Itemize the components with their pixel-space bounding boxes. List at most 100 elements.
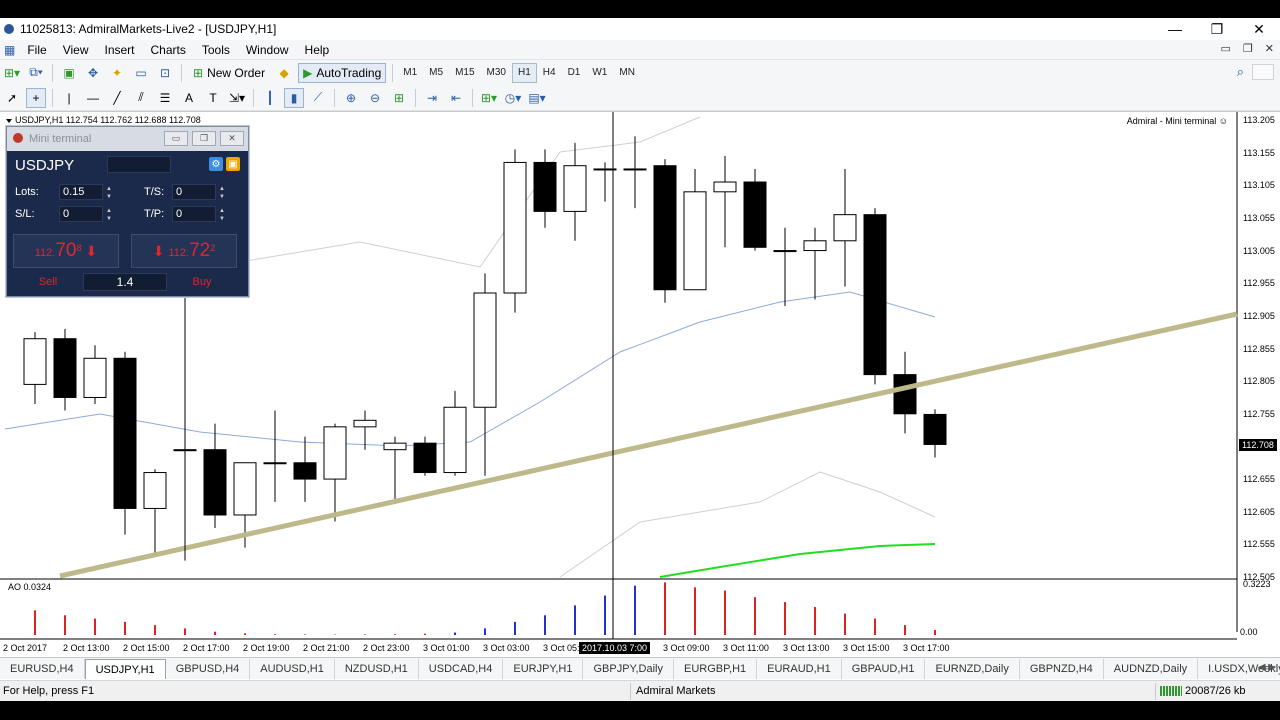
mdi-minimize-icon[interactable]: ▭	[1221, 42, 1231, 55]
mdi-restore-icon[interactable]: ❐	[1243, 42, 1253, 55]
tab-eurnzd-daily[interactable]: EURNZD,Daily	[925, 659, 1020, 679]
spread-value: 1.4	[83, 273, 167, 291]
lots-spinner-icon[interactable]: ▲ ▼	[106, 185, 112, 201]
tab-euraud-h1[interactable]: EURAUD,H1	[757, 659, 842, 679]
arrows-icon[interactable]: ⇲▾	[227, 88, 247, 108]
traffic-value: 20087/26 kb	[1185, 685, 1246, 697]
timeframe-m15[interactable]: M15	[449, 63, 480, 83]
status-help: For Help, press F1	[3, 685, 95, 697]
autoscroll-icon[interactable]: ⇥	[422, 88, 442, 108]
symbol-selector[interactable]	[107, 156, 171, 173]
toolbar-separator	[181, 63, 182, 82]
tab-gbpnzd-h4[interactable]: GBPNZD,H4	[1020, 659, 1104, 679]
price-tick-label: 112.655	[1243, 474, 1275, 485]
minimize-button[interactable]: —	[1154, 18, 1196, 40]
timeframe-m1[interactable]: M1	[397, 63, 423, 83]
search-icon[interactable]: ⌕	[1237, 64, 1244, 80]
text-label-icon[interactable]: T	[203, 88, 223, 108]
line-chart-icon[interactable]: ⟋	[308, 88, 328, 108]
zoom-in-icon[interactable]: ⊕	[341, 88, 361, 108]
profiles-icon[interactable]: ⧉▾	[26, 63, 46, 83]
fibonacci-icon[interactable]: ☰	[155, 88, 175, 108]
menu-help[interactable]: Help	[297, 40, 338, 60]
autotrading-button[interactable]: ▶ AutoTrading	[298, 62, 387, 83]
zoom-out-icon[interactable]: ⊖	[365, 88, 385, 108]
chart-shift-icon[interactable]: ⇤	[446, 88, 466, 108]
market-watch-icon[interactable]: ▣	[59, 63, 79, 83]
timeframe-m5[interactable]: M5	[423, 63, 449, 83]
tab-gbpjpy-daily[interactable]: GBPJPY,Daily	[583, 659, 674, 679]
tab-nzdusd-h1[interactable]: NZDUSD,H1	[335, 659, 419, 679]
vertical-line-icon[interactable]: |	[59, 88, 79, 108]
tab-usdcad-h4[interactable]: USDCAD,H4	[419, 659, 504, 679]
sl-field[interactable]: 0 ▲ ▼	[59, 206, 112, 222]
tab-audusd-h1[interactable]: AUDUSD,H1	[250, 659, 335, 679]
tab-usdjpy-h1[interactable]: USDJPY,H1	[84, 659, 166, 679]
sell-button[interactable]: Sell	[13, 276, 83, 288]
mini-minimize-icon[interactable]: ▭	[164, 131, 188, 146]
menu-file[interactable]: File	[19, 40, 54, 60]
tab-eurjpy-h1[interactable]: EURJPY,H1	[503, 659, 584, 679]
candle-body	[473, 292, 497, 408]
timeframe-h1[interactable]: H1	[511, 62, 537, 83]
timeframe-w1[interactable]: W1	[586, 63, 613, 83]
data-window-icon[interactable]: ✥	[83, 63, 103, 83]
metaeditor-icon[interactable]: ◆	[274, 63, 294, 83]
indicators-icon[interactable]: ⊞▾	[479, 88, 499, 108]
trendline-icon[interactable]: ╱	[107, 88, 127, 108]
maximize-button[interactable]: ❐	[1196, 18, 1238, 40]
menu-tools[interactable]: Tools	[194, 40, 238, 60]
tab-scroll-icon[interactable]: ◀ ▶	[1258, 662, 1276, 673]
tp-field[interactable]: 0 ▲ ▼	[172, 206, 225, 222]
mini-restore-icon[interactable]: ❐	[192, 131, 216, 146]
terminal-icon[interactable]: ▭	[131, 63, 151, 83]
navigator-icon[interactable]: ✦	[107, 63, 127, 83]
tile-windows-icon[interactable]: ⊞	[389, 88, 409, 108]
timeframe-d1[interactable]: D1	[562, 63, 587, 83]
timeframe-mn[interactable]: MN	[613, 63, 641, 83]
toolbar-grip[interactable]	[1252, 64, 1274, 80]
price-tick-label: 113.105	[1243, 180, 1275, 191]
menu-window[interactable]: Window	[238, 40, 297, 60]
ts-spinner-icon[interactable]: ▲ ▼	[219, 185, 225, 201]
candlestick-icon[interactable]: ▮	[284, 87, 304, 108]
tab-eurgbp-h1[interactable]: EURGBP,H1	[674, 659, 758, 679]
cursor-icon[interactable]: ➚	[2, 88, 22, 108]
sl-spinner-icon[interactable]: ▲ ▼	[106, 207, 112, 223]
menu-insert[interactable]: Insert	[96, 40, 142, 60]
tab-audnzd-daily[interactable]: AUDNZD,Daily	[1104, 659, 1199, 679]
periods-icon[interactable]: ◷▾	[503, 88, 523, 108]
bar-chart-icon[interactable]: ┃	[260, 88, 280, 108]
channel-icon[interactable]: ⫽	[131, 88, 151, 108]
close-button[interactable]: ✕	[1238, 18, 1280, 40]
plus-icon[interactable]: ▣	[226, 157, 240, 171]
timeframe-h4[interactable]: H4	[537, 63, 562, 83]
buy-price-button[interactable]: ⬇ 112.722	[131, 234, 237, 268]
crosshair-icon[interactable]: +	[26, 87, 46, 108]
mini-close-icon[interactable]: ✕	[220, 131, 244, 146]
lots-field[interactable]: 0.15 ▲ ▼	[59, 184, 112, 200]
templates-icon[interactable]: ▤▾	[527, 88, 547, 108]
new-chart-icon[interactable]: ⊞▾	[2, 63, 22, 83]
tab-gbpaud-h1[interactable]: GBPAUD,H1	[842, 659, 926, 679]
new-order-button[interactable]: ⊞ New Order	[188, 63, 270, 83]
candle-body	[833, 214, 857, 242]
time-tick-label: 2 Oct 21:00	[303, 643, 350, 653]
gear-icon[interactable]: ⚙	[209, 157, 223, 171]
buy-button[interactable]: Buy	[167, 276, 237, 288]
sell-price-button[interactable]: 112.708 ⬇	[13, 234, 119, 268]
menu-view[interactable]: View	[55, 40, 97, 60]
mini-terminal[interactable]: Mini terminal ▭ ❐ ✕ USDJPY ⚙ ▣ Lots: 0.1…	[6, 126, 249, 297]
ts-field[interactable]: 0 ▲ ▼	[172, 184, 225, 200]
tab-gbpusd-h4[interactable]: GBPUSD,H4	[166, 659, 251, 679]
tab-eurusd-h4[interactable]: EURUSD,H4	[0, 659, 85, 679]
symbol-name: USDJPY	[15, 156, 75, 174]
menu-charts[interactable]: Charts	[143, 40, 194, 60]
timeframe-m30[interactable]: M30	[481, 63, 512, 83]
mdi-close-icon[interactable]: ✕	[1265, 42, 1274, 55]
text-icon[interactable]: A	[179, 88, 199, 108]
tp-spinner-icon[interactable]: ▲ ▼	[219, 207, 225, 223]
mini-terminal-titlebar[interactable]: Mini terminal ▭ ❐ ✕	[7, 127, 248, 151]
horizontal-line-icon[interactable]: —	[83, 88, 103, 108]
strategy-tester-icon[interactable]: ⊡	[155, 63, 175, 83]
